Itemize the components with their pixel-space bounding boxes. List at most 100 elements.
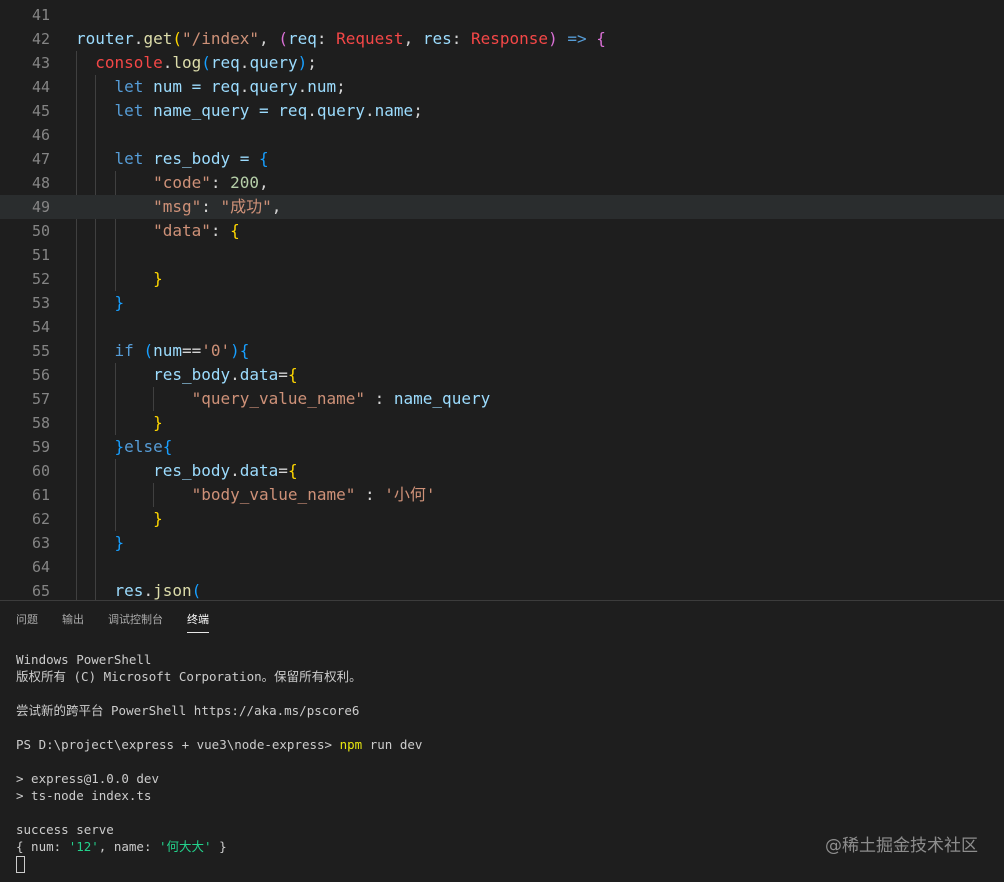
code-token: query (316, 101, 366, 120)
code-token: get (143, 29, 173, 48)
code-token: . (297, 77, 308, 96)
code-token: . (230, 365, 240, 384)
code-token: name_query (393, 389, 491, 408)
terminal-text: npm (339, 737, 363, 752)
code-token: req (210, 53, 240, 72)
code-token: : (451, 29, 471, 48)
code-line: 48 "code": 200, (0, 171, 1004, 195)
code-text: router.get("/index", (req: Request, res:… (76, 27, 606, 51)
terminal-text: { num: (16, 839, 69, 854)
code-token: Response (471, 29, 549, 48)
code-token: } (114, 293, 125, 312)
terminal-line: 版权所有 (C) Microsoft Corporation。保留所有权利。 (16, 668, 976, 685)
line-number: 58 (31, 414, 50, 432)
code-line: 59 }else{ (0, 435, 1004, 459)
terminal-text: Windows PowerShell (16, 652, 152, 667)
code-token: . (230, 461, 240, 480)
terminal-text: 版权所有 (C) Microsoft Corporation。保留所有权利。 (16, 669, 362, 684)
code-token: { (230, 221, 240, 240)
code-token: => (557, 29, 597, 48)
code-text: let num = req.query.num; (76, 75, 346, 99)
terminal-prompt-line[interactable] (16, 855, 976, 873)
terminal-text: 尝试新的跨平台 PowerShell https://aka.ms/pscore… (16, 703, 360, 718)
code-token: } (153, 509, 163, 528)
code-token: let (114, 77, 144, 96)
panel-tab[interactable]: 终端 (187, 611, 209, 633)
code-line: 52 } (0, 267, 1004, 291)
line-number: 57 (31, 390, 50, 408)
terminal-text: > ts-node index.ts (16, 788, 152, 803)
code-text: let name_query = req.query.name; (76, 99, 423, 123)
code-token: router (76, 29, 134, 48)
code-line: 64 (0, 555, 1004, 579)
code-token: json (153, 581, 192, 600)
line-number: 62 (31, 510, 50, 528)
code-token: req (278, 101, 308, 120)
code-token: 200 (230, 173, 260, 192)
code-token: . (239, 77, 250, 96)
line-number: 48 (31, 174, 50, 192)
terminal-text: '12' (68, 839, 99, 854)
code-line: 54 (0, 315, 1004, 339)
code-token: log (172, 53, 202, 72)
code-token: ; (413, 101, 423, 120)
code-token: "msg" (153, 197, 202, 216)
code-token: ; (336, 77, 346, 96)
bottom-panel: 问题 输出 调试控制台 终端 Windows PowerShell 版权所有 (C) M… (0, 600, 1004, 882)
code-text: "msg": "成功", (76, 195, 281, 219)
code-text: res_body.data={ (76, 363, 298, 387)
code-token: == (181, 341, 202, 360)
code-token: query (249, 77, 298, 96)
panel-tab[interactable]: 输出 (62, 611, 84, 633)
line-number: 43 (31, 54, 50, 72)
code-token: ( (191, 581, 202, 600)
terminal-line: > ts-node index.ts (16, 787, 976, 804)
panel-tab[interactable]: 调试控制台 (108, 611, 163, 633)
terminal-text: success serve (16, 822, 114, 837)
panel-tab[interactable]: 问题 (16, 611, 38, 633)
code-token: , (259, 29, 279, 48)
code-token: "成功" (220, 197, 272, 216)
code-token: { (287, 461, 298, 480)
code-token: { (287, 365, 298, 384)
code-line: 41 (0, 3, 1004, 27)
line-number: 45 (31, 102, 50, 120)
terminal-line: > express@1.0.0 dev (16, 770, 976, 787)
code-line: 53 } (0, 291, 1004, 315)
code-editor[interactable]: 41 42 router.get("/index", (req: Request, … (0, 0, 1004, 600)
code-token: { (596, 29, 606, 48)
code-text: } (76, 507, 163, 531)
code-token: console (95, 53, 163, 72)
code-token: , (271, 197, 282, 216)
code-token: } (114, 533, 125, 552)
code-line: 60 res_body.data={ (0, 459, 1004, 483)
code-token: : (210, 173, 231, 192)
code-token: res_body (153, 365, 231, 384)
line-number: 41 (31, 6, 50, 24)
code-token: = (278, 365, 288, 384)
code-line: 57 "query_value_name" : name_query (0, 387, 1004, 411)
code-text: "query_value_name" : name_query (76, 387, 491, 411)
code-token: res (422, 29, 452, 48)
code-token: . (365, 101, 375, 120)
code-token: : (316, 29, 337, 48)
code-line: 55 if (num=='0'){ (0, 339, 1004, 363)
code-token: "body_value_name" (191, 485, 356, 504)
line-number: 49 (31, 198, 50, 216)
code-line: 62 } (0, 507, 1004, 531)
line-number: 59 (31, 438, 50, 456)
code-token: { (239, 341, 250, 360)
terminal-text: '何大大' (159, 839, 212, 854)
code-line: 50 "data": { (0, 219, 1004, 243)
